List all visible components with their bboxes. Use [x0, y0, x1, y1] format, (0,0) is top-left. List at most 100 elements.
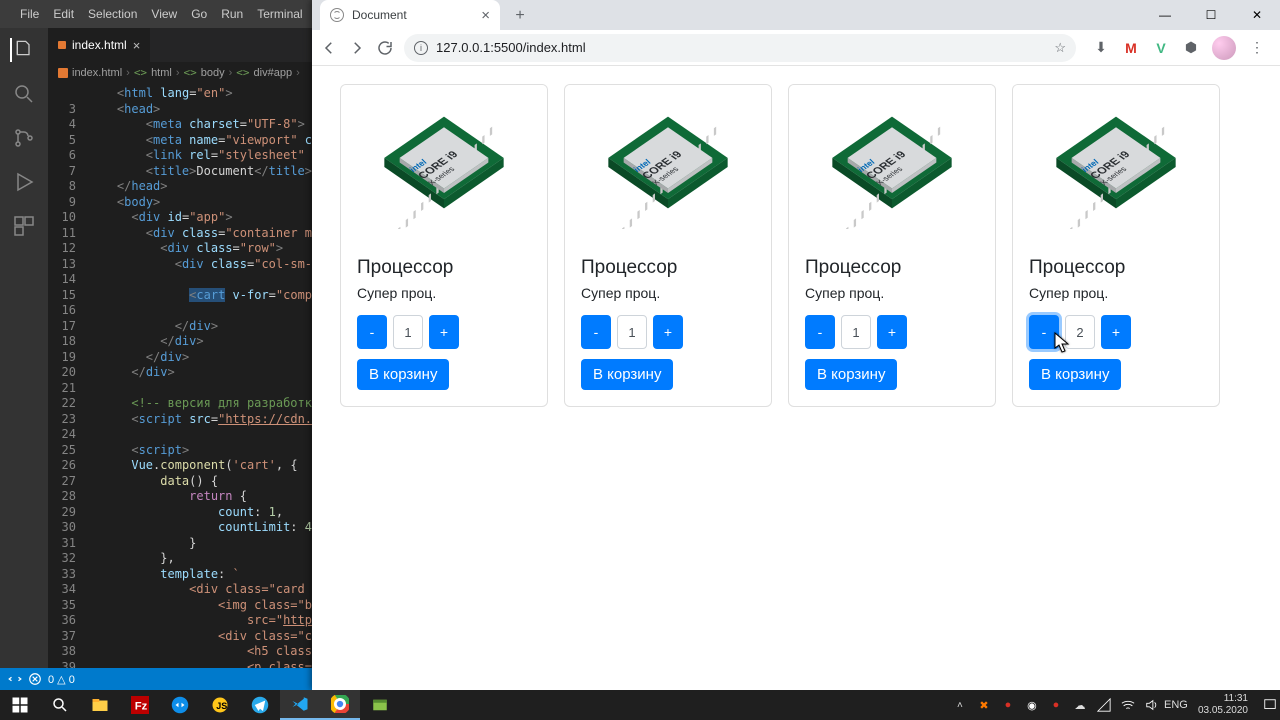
- qty-plus-button[interactable]: +: [1101, 315, 1131, 349]
- code-editor[interactable]: <html lang="en">3 <head>4 <meta charset=…: [48, 84, 312, 668]
- vscode-taskbar-icon[interactable]: [280, 690, 320, 720]
- tag-icon: <>: [134, 66, 147, 79]
- windows-taskbar: Fz JS ˄ ✖ ● ◉ ● ☁ ENG 11:31 03.05.2020: [0, 690, 1280, 720]
- explorer-icon[interactable]: [10, 38, 34, 62]
- globe-icon: [330, 8, 344, 22]
- tab-close-icon[interactable]: ×: [133, 38, 141, 53]
- volume-icon[interactable]: [1144, 697, 1160, 713]
- gmail-icon[interactable]: M: [1122, 39, 1140, 57]
- page-content: intel CORE i9 X-series Процессор Супер п…: [312, 66, 1280, 690]
- vue-devtools-icon[interactable]: V: [1152, 39, 1170, 57]
- bookmark-icon[interactable]: ☆: [1054, 40, 1066, 56]
- debug-icon[interactable]: [12, 170, 36, 194]
- teamviewer-icon[interactable]: [160, 690, 200, 720]
- download-icon[interactable]: ⬇: [1092, 39, 1110, 57]
- address-bar[interactable]: i 127.0.0.1:5500/index.html ☆: [404, 34, 1076, 62]
- qty-input[interactable]: [841, 315, 871, 349]
- notifications-icon[interactable]: [1262, 697, 1278, 713]
- close-button[interactable]: ✕: [1234, 0, 1280, 30]
- wifi-icon[interactable]: [1120, 697, 1136, 713]
- extension-icon[interactable]: ⬢: [1182, 39, 1200, 57]
- search-button[interactable]: [40, 690, 80, 720]
- tray-icon[interactable]: ●: [1048, 697, 1064, 713]
- browser-tab[interactable]: Document ×: [320, 0, 500, 30]
- menu-icon[interactable]: ⋮: [1248, 39, 1266, 57]
- tray-icon[interactable]: ◉: [1024, 697, 1040, 713]
- qty-plus-button[interactable]: +: [877, 315, 907, 349]
- qty-plus-button[interactable]: +: [429, 315, 459, 349]
- menu-run[interactable]: Run: [215, 5, 249, 23]
- menu-selection[interactable]: Selection: [82, 5, 143, 23]
- language-indicator[interactable]: ENG: [1168, 697, 1184, 713]
- vscode-window: File Edit Selection View Go Run Terminal…: [0, 0, 312, 690]
- reload-button[interactable]: [376, 39, 394, 57]
- qty-minus-button[interactable]: -: [1029, 315, 1059, 349]
- menu-terminal[interactable]: Terminal: [251, 5, 308, 23]
- crumb: div#app: [254, 67, 293, 79]
- menu-view[interactable]: View: [145, 5, 183, 23]
- clock[interactable]: 11:31 03.05.2020: [1192, 693, 1254, 717]
- system-tray: ˄ ✖ ● ◉ ● ☁ ENG 11:31 03.05.2020: [952, 693, 1280, 717]
- tab-title: Document: [352, 8, 407, 22]
- qty-input[interactable]: [1065, 315, 1095, 349]
- window-controls: — ☐ ✕: [1142, 0, 1280, 30]
- product-title: Процессор: [581, 257, 755, 279]
- tray-overflow-icon[interactable]: ˄: [952, 697, 968, 713]
- product-text: Супер проц.: [1029, 285, 1203, 301]
- add-to-cart-button[interactable]: В корзину: [581, 359, 673, 390]
- extensions-icon[interactable]: [12, 214, 36, 238]
- add-to-cart-button[interactable]: В корзину: [1029, 359, 1121, 390]
- scm-icon[interactable]: [12, 126, 36, 150]
- product-card: intel CORE i9 X-series Процессор Супер п…: [1012, 84, 1220, 407]
- chrome-taskbar-icon[interactable]: [320, 690, 360, 720]
- qty-input[interactable]: [617, 315, 647, 349]
- qty-minus-button[interactable]: -: [805, 315, 835, 349]
- filezilla-icon[interactable]: Fz: [120, 690, 160, 720]
- crumb: html: [151, 67, 172, 79]
- qty-input[interactable]: [393, 315, 423, 349]
- remote-icon[interactable]: [8, 672, 22, 686]
- product-image: intel CORE i9 X-series: [341, 85, 547, 243]
- onedrive-icon[interactable]: ☁: [1072, 697, 1088, 713]
- app-icon[interactable]: JS: [200, 690, 240, 720]
- qty-minus-button[interactable]: -: [581, 315, 611, 349]
- menu-edit[interactable]: Edit: [47, 5, 80, 23]
- explorer-taskbar-icon[interactable]: [80, 690, 120, 720]
- problems-count[interactable]: 0 △ 0: [48, 673, 75, 686]
- new-tab-button[interactable]: +: [506, 2, 534, 30]
- tray-icon[interactable]: ●: [1000, 697, 1016, 713]
- menu-go[interactable]: Go: [185, 5, 213, 23]
- back-button[interactable]: [320, 39, 338, 57]
- tab-label: index.html: [72, 38, 127, 52]
- tab-index-html[interactable]: index.html ×: [48, 28, 151, 62]
- menu-file[interactable]: File: [14, 5, 45, 23]
- tab-close-icon[interactable]: ×: [481, 7, 490, 24]
- network-icon[interactable]: [1096, 697, 1112, 713]
- product-title: Процессор: [357, 257, 531, 279]
- qty-plus-button[interactable]: +: [653, 315, 683, 349]
- minimize-button[interactable]: —: [1142, 0, 1188, 30]
- product-text: Супер проц.: [357, 285, 531, 301]
- profile-avatar[interactable]: [1212, 36, 1236, 60]
- product-image: intel CORE i9 X-series: [565, 85, 771, 243]
- qty-minus-button[interactable]: -: [357, 315, 387, 349]
- telegram-icon[interactable]: [240, 690, 280, 720]
- start-button[interactable]: [0, 690, 40, 720]
- breadcrumb[interactable]: index.html › <> html › <> body › <> div#…: [48, 62, 312, 84]
- maximize-button[interactable]: ☐: [1188, 0, 1234, 30]
- chevron-right-icon: ›: [229, 67, 233, 79]
- site-info-icon[interactable]: i: [414, 41, 428, 55]
- chevron-right-icon: ›: [296, 67, 300, 79]
- tray-icon[interactable]: ✖: [976, 697, 992, 713]
- svg-text:JS: JS: [216, 701, 227, 711]
- chevron-right-icon: ›: [176, 67, 180, 79]
- add-to-cart-button[interactable]: В корзину: [805, 359, 897, 390]
- product-title: Процессор: [1029, 257, 1203, 279]
- time: 11:31: [1198, 693, 1248, 705]
- errors-icon[interactable]: [28, 672, 42, 686]
- search-icon[interactable]: [12, 82, 36, 106]
- forward-button[interactable]: [348, 39, 366, 57]
- app-icon[interactable]: [360, 690, 400, 720]
- add-to-cart-button[interactable]: В корзину: [357, 359, 449, 390]
- product-image: intel CORE i9 X-series: [789, 85, 995, 243]
